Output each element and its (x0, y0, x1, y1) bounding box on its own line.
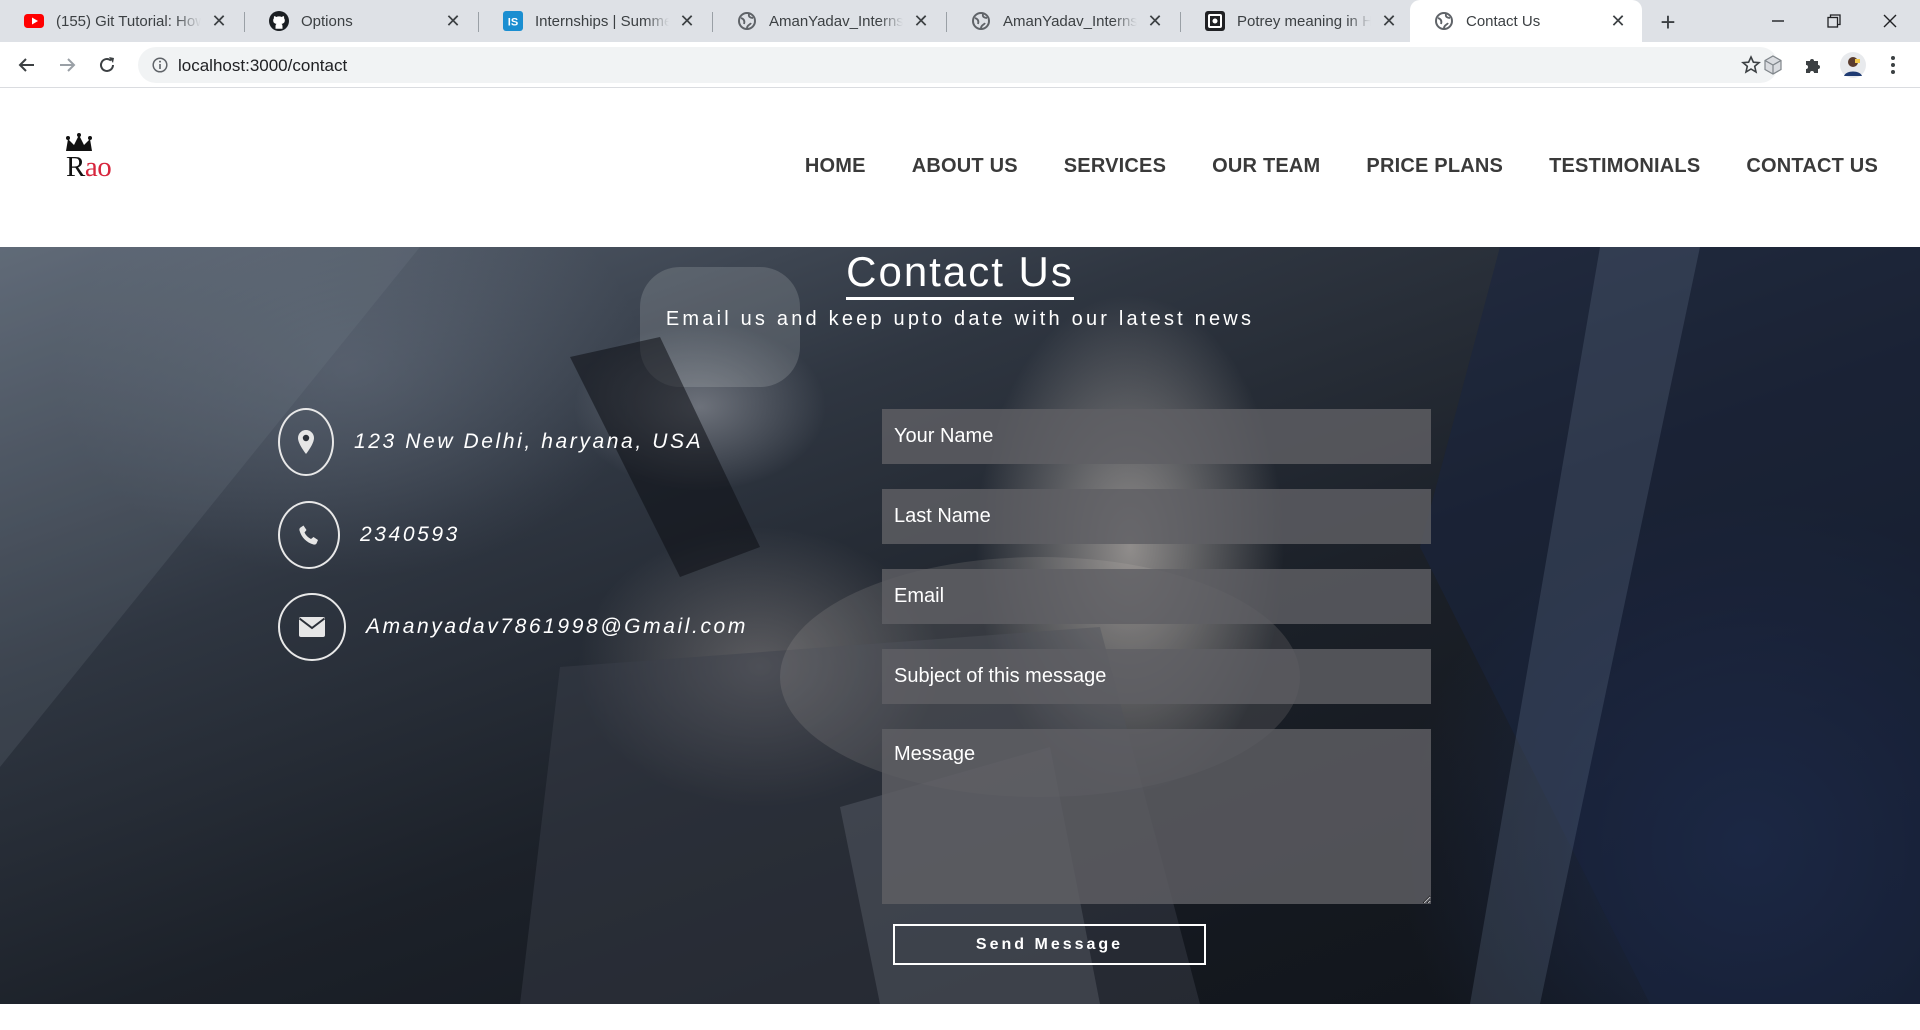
browser-tab[interactable]: (155) Git Tutorial: How ✕ (0, 0, 243, 42)
email-input[interactable] (882, 569, 1431, 624)
globe-icon (971, 11, 991, 31)
info-icon[interactable] (150, 55, 170, 75)
close-icon[interactable]: ✕ (911, 11, 931, 31)
email-text: Amanyadav7861998@Gmail.com (366, 615, 748, 638)
back-button[interactable] (12, 50, 42, 80)
phone-icon (278, 501, 340, 569)
youtube-icon (24, 11, 44, 31)
extension-cube-icon[interactable] (1760, 52, 1786, 78)
globe-icon (1434, 11, 1454, 31)
browser-tab[interactable]: Options ✕ (245, 0, 477, 42)
tab-title: Potrey meaning in Hindi (1237, 12, 1371, 30)
phone-info: 2340593 (278, 501, 460, 569)
tab-title: (155) Git Tutorial: How (56, 12, 201, 30)
browser-tab[interactable]: AmanYadav_Internshala ✕ (947, 0, 1179, 42)
browser-tab-active[interactable]: Contact Us ✕ (1410, 0, 1642, 42)
nav-link-contact-us[interactable]: CONTACT US (1746, 155, 1878, 178)
close-icon[interactable]: ✕ (677, 11, 697, 31)
crown-icon (66, 133, 92, 151)
tab-title: Options (301, 12, 353, 30)
tab-title: Internships | Summer In (535, 12, 669, 30)
github-icon (269, 11, 289, 31)
forward-button[interactable] (52, 50, 82, 80)
browser-menu-icon[interactable] (1880, 52, 1906, 78)
page-footer-space (0, 1004, 1920, 1030)
logo-accent: ao (84, 151, 112, 183)
contact-section: Contact Us Email us and keep upto date w… (0, 247, 1920, 1004)
internshala-icon: IS (503, 11, 523, 31)
nav-link-price-plans[interactable]: PRICE PLANS (1366, 155, 1503, 178)
close-icon[interactable]: ✕ (443, 11, 463, 31)
restore-button[interactable] (1806, 0, 1862, 42)
bookmark-star-icon[interactable] (1740, 54, 1762, 76)
close-icon[interactable]: ✕ (1145, 11, 1165, 31)
dictionary-icon (1205, 11, 1225, 31)
profile-avatar[interactable] (1840, 52, 1866, 78)
minimize-button[interactable] (1750, 0, 1806, 42)
last-name-input[interactable] (882, 489, 1431, 544)
phone-text: 2340593 (360, 523, 460, 546)
nav-link-our-team[interactable]: OUR TEAM (1212, 155, 1320, 178)
address-info: 123 New Delhi, haryana, USA (278, 408, 703, 476)
tab-title: Contact Us (1466, 12, 1541, 30)
reload-button[interactable] (92, 50, 122, 80)
svg-text:IS: IS (508, 17, 518, 29)
url-text[interactable]: localhost:3000/contact (178, 56, 347, 76)
subject-input[interactable] (882, 649, 1431, 704)
nav-link-home[interactable]: HOME (805, 155, 866, 178)
browser-toolbar: localhost:3000/contact (0, 42, 1920, 88)
browser-tab[interactable]: AmanYadav_Internshala ✕ (713, 0, 945, 42)
send-message-button[interactable]: Send Message (893, 924, 1206, 965)
envelope-icon (278, 593, 346, 661)
logo-letter: R (66, 151, 85, 183)
browser-tab-strip: (155) Git Tutorial: How ✕ Options ✕ IS I… (0, 0, 1920, 42)
first-name-input[interactable] (882, 409, 1431, 464)
site-header: Rao HOME ABOUT US SERVICES OUR TEAM PRIC… (0, 89, 1920, 247)
close-icon[interactable]: ✕ (209, 11, 229, 31)
tab-title: AmanYadav_Internshala (1003, 12, 1137, 30)
contact-heading-wrap: Contact Us (0, 249, 1920, 300)
window-close-button[interactable] (1862, 0, 1918, 42)
email-info: Amanyadav7861998@Gmail.com (278, 593, 748, 661)
nav-link-services[interactable]: SERVICES (1064, 155, 1166, 178)
extensions-puzzle-icon[interactable] (1800, 52, 1826, 78)
nav-link-about-us[interactable]: ABOUT US (912, 155, 1018, 178)
location-icon (278, 408, 334, 476)
browser-tab[interactable]: IS Internships | Summer In ✕ (479, 0, 711, 42)
site-logo[interactable]: Rao (62, 133, 132, 183)
message-textarea[interactable] (882, 729, 1431, 904)
nav-link-testimonials[interactable]: TESTIMONIALS (1549, 155, 1700, 178)
page-title: Contact Us (846, 249, 1074, 300)
main-navigation: HOME ABOUT US SERVICES OUR TEAM PRICE PL… (805, 155, 1878, 178)
close-icon[interactable]: ✕ (1608, 11, 1628, 31)
page-subtitle: Email us and keep upto date with our lat… (665, 308, 1255, 330)
close-icon[interactable]: ✕ (1379, 11, 1399, 31)
tab-title: AmanYadav_Internshala (769, 12, 903, 30)
browser-tab[interactable]: Potrey meaning in Hindi ✕ (1181, 0, 1413, 42)
address-bar[interactable]: localhost:3000/contact (138, 47, 1778, 83)
address-text: 123 New Delhi, haryana, USA (354, 430, 704, 453)
globe-icon (737, 11, 757, 31)
new-tab-button[interactable]: + (1654, 7, 1682, 37)
logo-text: Rao (66, 151, 112, 184)
